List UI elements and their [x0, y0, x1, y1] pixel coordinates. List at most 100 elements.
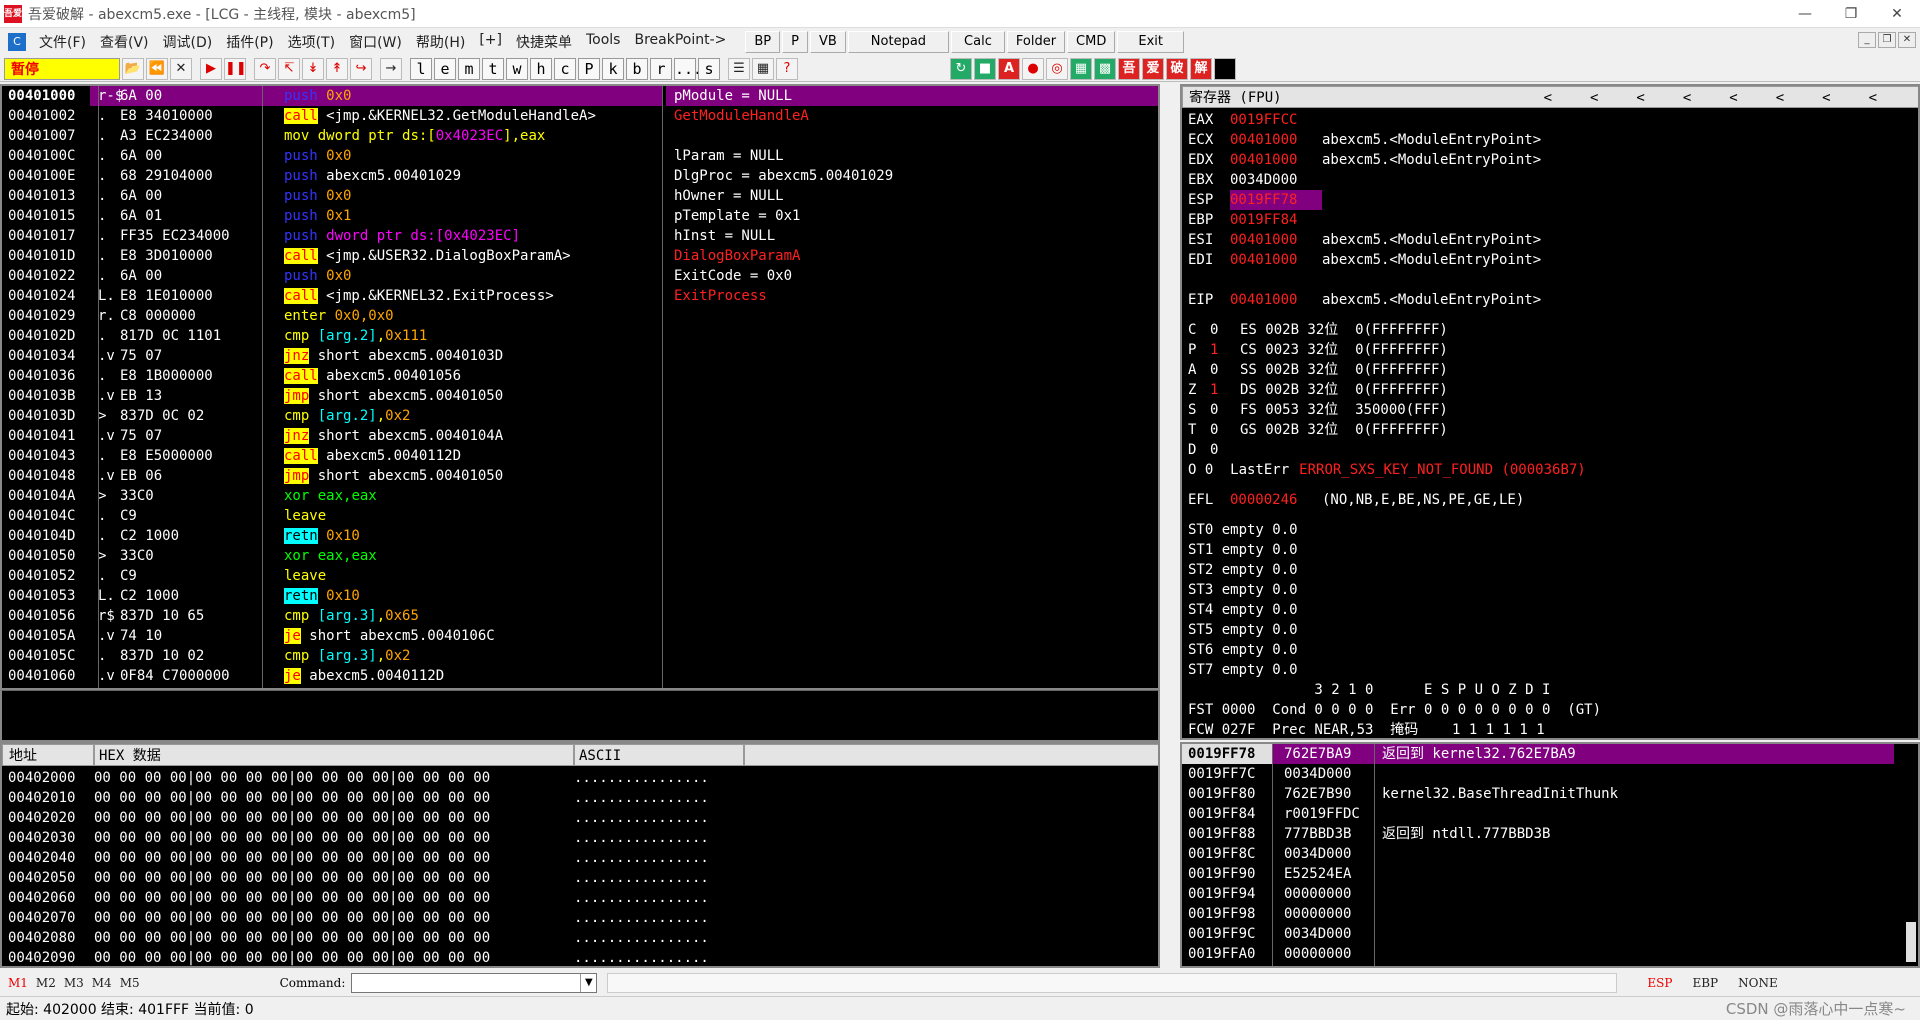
- disasm-row[interactable]: 00401041 .v 75 07 jnz short abexcm5.0040104…: [2, 426, 662, 446]
- stack-row[interactable]: 0019FF7C 0034D000: [1182, 764, 1902, 784]
- flag-value[interactable]: 0: [1210, 360, 1240, 380]
- dump-header-ascii[interactable]: ASCII: [574, 744, 744, 766]
- stack-row[interactable]: 0019FF8C 0034D000: [1182, 844, 1902, 864]
- disasm-row[interactable]: 00401060 .v 0F84 C7000000 je abexcm5.004011…: [2, 666, 662, 686]
- window-button[interactable]: h: [530, 57, 552, 80]
- efl-value[interactable]: 00000246: [1230, 490, 1322, 510]
- disasm-row[interactable]: 0040100C. 6A 00 push 0x0: [2, 146, 662, 166]
- window-button[interactable]: ...: [674, 57, 702, 80]
- stack-mode-tab[interactable]: NONE: [1738, 976, 1778, 990]
- dump-row[interactable]: 00402070 00 00 00 00|00 00 00 00|00 00 00…: [2, 908, 1158, 928]
- plugin-record-icon[interactable]: ●: [1022, 57, 1044, 80]
- flag-row[interactable]: A 0 SS 002B 32位 0(FFFFFFFF): [1188, 360, 1918, 380]
- stack-row[interactable]: 0019FF88 777BBD3B 返回到 ntdll.777BBD3B: [1182, 824, 1902, 844]
- disasm-row[interactable]: 0040104D. C2 1000 retn 0x10: [2, 526, 662, 546]
- pause-icon[interactable]: ❚❚: [224, 57, 247, 80]
- menu-item[interactable]: 选项(T): [281, 32, 342, 52]
- dump-row[interactable]: 00402030 00 00 00 00|00 00 00 00|00 00 00…: [2, 828, 1158, 848]
- menu-item[interactable]: Tools: [579, 32, 628, 52]
- menu-item[interactable]: 调试(D): [156, 32, 220, 52]
- disasm-row[interactable]: 00401017. FF35 EC234000 push dword ptr ds:…: [2, 226, 662, 246]
- child-window-icon[interactable]: C: [8, 33, 26, 51]
- dump-pane[interactable]: 地址 HEX 数据 ASCII 00402000 00 00 00 00|00 0…: [0, 742, 1160, 968]
- register-row[interactable]: ECX 00401000 abexcm5.<ModuleEntryPoint>: [1188, 130, 1918, 150]
- fpu-row[interactable]: ST5 empty 0.0: [1188, 620, 1918, 640]
- disasm-row[interactable]: 00401048 .v EB 06 jmp short abexcm5.0040105…: [2, 466, 662, 486]
- register-value[interactable]: 0034D000: [1230, 170, 1322, 190]
- window-button[interactable]: k: [602, 57, 624, 80]
- stack-mode-tab[interactable]: EBP: [1692, 976, 1718, 990]
- dump-row[interactable]: 00402040 00 00 00 00|00 00 00 00|00 00 00…: [2, 848, 1158, 868]
- disasm-row[interactable]: 0040105A .v 74 10 je short abexcm5.0040106C: [2, 626, 662, 646]
- disasm-row[interactable]: 0040100E. 68 29104000 push abexcm5.0040102…: [2, 166, 662, 186]
- plugin-grid-icon[interactable]: ▩: [1094, 57, 1116, 80]
- help-icon[interactable]: ?: [776, 57, 798, 80]
- dump-row[interactable]: 00402050 00 00 00 00|00 00 00 00|00 00 00…: [2, 868, 1158, 888]
- window-button[interactable]: e: [434, 57, 456, 80]
- stack-row[interactable]: 0019FF98 00000000: [1182, 904, 1902, 924]
- plugin-button[interactable]: Notepad: [847, 31, 950, 53]
- plugin-button[interactable]: CMD: [1067, 31, 1116, 53]
- register-row[interactable]: EBP 0019FF84: [1188, 210, 1918, 230]
- disasm-row[interactable]: 00401052. C9 leave: [2, 566, 662, 586]
- fpu-row[interactable]: ST0 empty 0.0: [1188, 520, 1918, 540]
- dump-row[interactable]: 00402080 00 00 00 00|00 00 00 00|00 00 00…: [2, 928, 1158, 948]
- window-button[interactable]: b: [626, 57, 648, 80]
- register-row[interactable]: EIP 00401000 abexcm5.<ModuleEntryPoint>: [1188, 290, 1918, 310]
- plugin-target-icon[interactable]: ◎: [1046, 57, 1068, 80]
- register-value[interactable]: 00401000: [1230, 230, 1322, 250]
- register-value[interactable]: 00401000: [1230, 290, 1322, 310]
- menu-item[interactable]: 查看(V): [93, 32, 156, 52]
- window-button[interactable]: l: [410, 57, 432, 80]
- mdi-restore-icon[interactable]: ❐: [1878, 32, 1896, 48]
- fpu-row[interactable]: ST3 empty 0.0: [1188, 580, 1918, 600]
- close-button[interactable]: ✕: [1874, 0, 1920, 28]
- memory-tab[interactable]: M5: [120, 976, 140, 990]
- disasm-row[interactable]: 00401043. E8 E5000000 call abexcm5.0040112…: [2, 446, 662, 466]
- grid-icon[interactable]: ▦: [752, 57, 774, 80]
- disasm-row[interactable]: 0040102D. 817D 0C 1101 cmp [arg.2],0x111: [2, 326, 662, 346]
- disasm-row[interactable]: 00401007. A3 EC234000 mov dword ptr ds:[0x…: [2, 126, 662, 146]
- stack-row[interactable]: 0019FF94 00000000: [1182, 884, 1902, 904]
- stack-row[interactable]: 0019FF78 762E7BA9 返回到 kernel32.762E7BA9: [1182, 744, 1902, 764]
- plugin-refresh-icon[interactable]: ↻: [950, 57, 972, 80]
- stack-row[interactable]: 0019FF80 762E7B90 kernel32.BaseThreadInitT…: [1182, 784, 1902, 804]
- mdi-close-icon[interactable]: ✕: [1898, 32, 1916, 48]
- flag-value[interactable]: 0: [1210, 400, 1240, 420]
- registers-pane[interactable]: 寄存器 (FPU) <<<<<<<< EAX 0019FFCC ECX 0040100…: [1180, 84, 1920, 740]
- menu-item[interactable]: 插件(P): [219, 32, 280, 52]
- plugin-button[interactable]: Exit: [1117, 31, 1184, 53]
- disasm-row[interactable]: 0040104A >33C0 xor eax,eax: [2, 486, 662, 506]
- window-button[interactable]: r: [650, 57, 672, 80]
- flag-row[interactable]: D0: [1188, 440, 1918, 460]
- open-icon[interactable]: 📂: [122, 57, 144, 80]
- disasm-row[interactable]: 0040103B .v EB 13 jmp short abexcm5.0040105…: [2, 386, 662, 406]
- disasm-row[interactable]: 00401022. 6A 00 push 0x0: [2, 266, 662, 286]
- disassembly-pane[interactable]: 00401000 r-$6A 00 push 0x0 00401002. E8 3401…: [0, 84, 1160, 690]
- plugin-black-icon[interactable]: [1214, 57, 1236, 80]
- register-row[interactable]: ESI 00401000 abexcm5.<ModuleEntryPoint>: [1188, 230, 1918, 250]
- menu-item[interactable]: 文件(F): [32, 32, 93, 52]
- goto-icon[interactable]: →: [380, 57, 402, 80]
- plugin-button[interactable]: Calc: [951, 31, 1005, 53]
- registers-header[interactable]: 寄存器 (FPU) <<<<<<<<: [1182, 86, 1918, 108]
- stack-pane[interactable]: 0019FF78 762E7BA9 返回到 kernel32.762E7BA9 001…: [1180, 742, 1920, 968]
- flag-value[interactable]: 0: [1210, 420, 1240, 440]
- stack-mode-tab[interactable]: ESP: [1647, 976, 1672, 990]
- plugin-button[interactable]: Folder: [1006, 31, 1066, 53]
- memory-tab[interactable]: M2: [36, 976, 56, 990]
- flag-row[interactable]: C 0 ES 002B 32位 0(FFFFFFFF): [1188, 320, 1918, 340]
- plugin-jie-icon[interactable]: 解: [1190, 57, 1212, 80]
- disasm-row[interactable]: 00401053 L. C2 1000 retn 0x10: [2, 586, 662, 606]
- register-value[interactable]: 0019FFCC: [1230, 110, 1322, 130]
- plugin-button[interactable]: P: [782, 31, 808, 53]
- register-value[interactable]: 00401000: [1230, 250, 1322, 270]
- window-button[interactable]: m: [458, 57, 480, 80]
- list-icon[interactable]: ☰: [728, 57, 750, 80]
- fpu-row[interactable]: ST4 empty 0.0: [1188, 600, 1918, 620]
- step-over-icon[interactable]: ↸: [278, 57, 300, 80]
- register-row[interactable]: EAX 0019FFCC: [1188, 110, 1918, 130]
- flag-value[interactable]: 0: [1210, 320, 1240, 340]
- close-icon[interactable]: ✕: [170, 57, 192, 80]
- dump-row[interactable]: 00402010 00 00 00 00|00 00 00 00|00 00 00…: [2, 788, 1158, 808]
